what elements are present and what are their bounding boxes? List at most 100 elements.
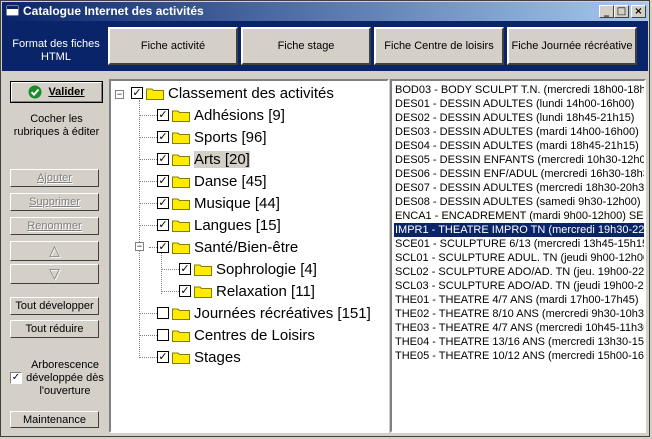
- list-item[interactable]: DES03 - DESSIN ADULTES (mardi 14h00-16h0…: [394, 125, 644, 139]
- folder-icon: [146, 88, 164, 100]
- list-item[interactable]: THE01 - THEATRE 4/7 ANS (mardi 17h00-17h…: [394, 293, 644, 307]
- list-item[interactable]: ENCA1 - ENCADREMENT (mardi 9h00-12h00) S…: [394, 209, 644, 223]
- format-label: Format des fiches HTML: [12, 38, 100, 63]
- tree-checkbox[interactable]: ✓: [157, 153, 169, 165]
- tree-checkbox[interactable]: ✓: [157, 197, 169, 209]
- tree-label: Langues [15]: [194, 216, 281, 234]
- tree-checkbox[interactable]: ✓: [157, 175, 169, 187]
- tree-checkbox[interactable]: ✓: [157, 241, 169, 253]
- move-down-button[interactable]: ▽: [10, 264, 99, 284]
- list-item[interactable]: BOD03 - BODY SCULPT T.N. (mercredi 18h00…: [394, 83, 644, 97]
- tree-checkbox[interactable]: [157, 307, 169, 319]
- list-item[interactable]: DES08 - DESSIN ADULTES (samedi 9h30-12h0…: [394, 195, 644, 209]
- tree-checkbox[interactable]: [157, 329, 169, 341]
- list-item-selected[interactable]: IMPR1 - THEATRE IMPRO TN (mercredi 19h30…: [394, 223, 644, 237]
- tree-label: Danse [45]: [194, 172, 267, 190]
- tree-node[interactable]: Centres de Loisirs: [157, 324, 315, 346]
- tree-node[interactable]: ✓ Adhésions [9]: [157, 104, 285, 126]
- folder-icon: [172, 308, 190, 320]
- list-item[interactable]: THE04 - THEATRE 13/16 ANS (mercredi 13h3…: [394, 335, 644, 349]
- tree-label: Centres de Loisirs: [194, 326, 315, 344]
- folder-icon: [194, 286, 212, 298]
- tree-node[interactable]: ✓ Langues [15]: [157, 214, 281, 236]
- tree-checkbox[interactable]: ✓: [157, 219, 169, 231]
- arrow-up-icon: △: [49, 243, 60, 259]
- maximize-icon: □: [616, 6, 627, 17]
- app-icon: [6, 5, 19, 16]
- list-item[interactable]: DES04 - DESSIN ADULTES (mardi 18h45-21h1…: [394, 139, 644, 153]
- activity-list[interactable]: BOD03 - BODY SCULPT T.N. (mercredi 18h00…: [390, 79, 646, 433]
- folder-icon: [172, 176, 190, 188]
- folder-icon: [172, 198, 190, 210]
- list-item[interactable]: SCL01 - SCULPTURE ADUL. TN (jeudi 9h00-1…: [394, 251, 644, 265]
- edit-hint: Cocher les rubriques à éditer: [13, 113, 100, 138]
- tree-node[interactable]: ✓ Musique [44]: [157, 192, 280, 214]
- tout-developper-button[interactable]: Tout développer: [10, 297, 99, 315]
- title-bar[interactable]: Catalogue Internet des activités _ □ ×: [2, 2, 648, 21]
- tree-node-selected[interactable]: ✓ Arts [20]: [157, 148, 250, 170]
- check-icon: [28, 85, 42, 99]
- list-item[interactable]: THE05 - THEATRE 10/12 ANS (mercredi 15h0…: [394, 349, 644, 363]
- close-button[interactable]: ×: [631, 5, 646, 18]
- folder-icon: [172, 132, 190, 144]
- tree-label: Classement des activités: [168, 84, 334, 102]
- arbo-checkbox[interactable]: ✓: [10, 372, 22, 384]
- tree-node[interactable]: ✓ Sports [96]: [157, 126, 267, 148]
- minimize-button[interactable]: _: [599, 5, 614, 18]
- folder-icon: [172, 154, 190, 166]
- folder-icon: [172, 330, 190, 342]
- fiche-centre-loisirs-button[interactable]: Fiche Centre de loisirs: [374, 27, 504, 65]
- list-item[interactable]: SCE01 - SCULPTURE 6/13 (mercredi 13h45-1…: [394, 237, 644, 251]
- tree-node[interactable]: ✓ Relaxation [11]: [179, 280, 315, 302]
- tree-node-root[interactable]: ✓ Classement des activités: [131, 82, 334, 104]
- tree-node[interactable]: ✓ Santé/Bien-être: [157, 236, 298, 258]
- tree-label: Journées récréatives [151]: [194, 304, 371, 322]
- tree-checkbox[interactable]: ✓: [157, 351, 169, 363]
- list-item[interactable]: SCL02 - SCULPTURE ADO/AD. TN (jeu. 19h00…: [394, 265, 644, 279]
- list-item[interactable]: DES05 - DESSIN ENFANTS (mercredi 10h30-1…: [394, 153, 644, 167]
- list-item[interactable]: THE03 - THEATRE 4/7 ANS (mercredi 10h45-…: [394, 321, 644, 335]
- fiche-activite-button[interactable]: Fiche activité: [108, 27, 238, 65]
- tree-checkbox[interactable]: ✓: [157, 109, 169, 121]
- tree-label: Relaxation [11]: [216, 282, 315, 300]
- collapse-root-toggle[interactable]: −: [115, 90, 124, 99]
- activity-tree[interactable]: − − ✓ Classement des activités ✓ Adhésio…: [109, 79, 389, 433]
- tree-node[interactable]: ✓ Stages: [157, 346, 241, 368]
- supprimer-label: Supprimer: [29, 196, 80, 208]
- collapse-sante-toggle[interactable]: −: [135, 242, 144, 251]
- list-item[interactable]: SCL03 - SCULPTURE ADO/AD. TN (jeudi 19h0…: [394, 279, 644, 293]
- tree-label: Stages: [194, 348, 241, 366]
- ajouter-label: Ajouter: [37, 172, 72, 184]
- maximize-button[interactable]: □: [614, 5, 629, 18]
- tree-node[interactable]: ✓ Sophrologie [4]: [179, 258, 317, 280]
- tree-checkbox[interactable]: ✓: [131, 87, 143, 99]
- folder-icon: [172, 352, 190, 364]
- tree-label: Adhésions [9]: [194, 106, 285, 124]
- list-item[interactable]: DES01 - DESSIN ADULTES (lundi 14h00-16h0…: [394, 97, 644, 111]
- tree-label: Arts [20]: [194, 150, 250, 168]
- tree-node[interactable]: Journées récréatives [151]: [157, 302, 371, 324]
- folder-icon: [172, 220, 190, 232]
- tree-checkbox[interactable]: ✓: [157, 131, 169, 143]
- maintenance-button[interactable]: Maintenance: [10, 411, 99, 428]
- app-window: Catalogue Internet des activités _ □ × F…: [0, 0, 650, 437]
- fiche-stage-button[interactable]: Fiche stage: [241, 27, 371, 65]
- fiche-journee-recreative-button[interactable]: Fiche Journée récréative: [507, 27, 637, 65]
- folder-icon: [172, 110, 190, 122]
- tree-checkbox[interactable]: ✓: [179, 263, 191, 275]
- valider-button[interactable]: Valider: [10, 81, 103, 103]
- list-item[interactable]: DES06 - DESSIN ENF/ADUL (mercredi 16h30-…: [394, 167, 644, 181]
- tree-label: Sophrologie [4]: [216, 260, 317, 278]
- tout-reduire-button[interactable]: Tout réduire: [10, 320, 99, 338]
- move-up-button[interactable]: △: [10, 241, 99, 261]
- list-item[interactable]: DES02 - DESSIN ADULTES (lundi 18h45-21h1…: [394, 111, 644, 125]
- tree-node[interactable]: ✓ Danse [45]: [157, 170, 267, 192]
- list-item[interactable]: THE02 - THEATRE 8/10 ANS (mercredi 9h30-…: [394, 307, 644, 321]
- renommer-label: Renommer: [27, 220, 82, 232]
- list-item[interactable]: DES07 - DESSIN ADULTES (mercredi 18h30-2…: [394, 181, 644, 195]
- tree-checkbox[interactable]: ✓: [179, 285, 191, 297]
- ajouter-button[interactable]: Ajouter: [10, 169, 99, 187]
- folder-icon: [172, 242, 190, 254]
- supprimer-button[interactable]: Supprimer: [10, 193, 99, 211]
- renommer-button[interactable]: Renommer: [10, 217, 99, 235]
